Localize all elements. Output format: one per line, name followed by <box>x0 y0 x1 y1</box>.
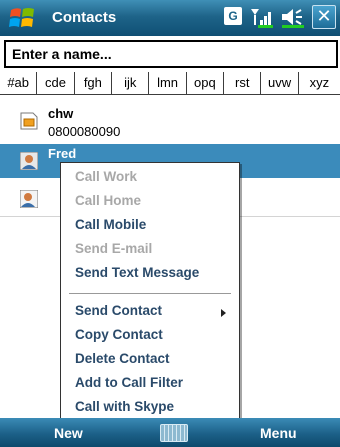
tab-fgh[interactable]: fgh <box>74 72 113 95</box>
menu-separator <box>69 293 231 294</box>
signal-strength-icon[interactable] <box>250 6 274 28</box>
menu-softkey[interactable]: Menu <box>260 425 297 441</box>
title-bar: Contacts G ✕ <box>0 0 340 36</box>
volume-icon[interactable] <box>280 6 306 28</box>
menu-item-send-email[interactable]: Send E-mail <box>75 241 152 256</box>
search-input[interactable]: Enter a name... <box>4 40 338 68</box>
menu-item-call-with-skype[interactable]: Call with Skype <box>75 399 174 414</box>
contact-name: Fred <box>48 146 77 161</box>
tab-cde[interactable]: cde <box>37 72 75 95</box>
menu-item-call-mobile[interactable]: Call Mobile <box>75 217 146 232</box>
contact-card-icon <box>20 190 38 208</box>
tab-uvw[interactable]: uvw <box>261 72 299 95</box>
gprs-indicator-icon[interactable]: G <box>224 7 242 25</box>
menu-item-delete-contact[interactable]: Delete Contact <box>75 351 170 366</box>
close-button[interactable]: ✕ <box>312 5 336 29</box>
contact-row[interactable]: chw 0800080090 <box>0 104 340 144</box>
new-softkey[interactable]: New <box>54 425 83 441</box>
menu-item-send-contact[interactable]: Send Contact <box>75 303 162 318</box>
tab-rst[interactable]: rst <box>224 72 262 95</box>
alphabet-tabs: #ab cde fgh ijk lmn opq rst uvw xyz <box>0 72 340 96</box>
tab-ab[interactable]: #ab <box>0 72 38 95</box>
contact-person-icon <box>20 152 38 170</box>
menu-item-send-text-message[interactable]: Send Text Message <box>75 265 199 280</box>
menu-item-add-to-call-filter[interactable]: Add to Call Filter <box>75 375 183 390</box>
softkey-bar: New Menu <box>0 418 340 447</box>
tab-lmn[interactable]: lmn <box>149 72 187 95</box>
context-menu: Call Work Call Home Call Mobile Send E-m… <box>60 162 240 422</box>
tab-xyz[interactable]: xyz <box>298 72 340 95</box>
keyboard-icon[interactable] <box>160 424 188 442</box>
submenu-arrow-icon <box>221 309 226 317</box>
contact-detail: 0800080090 <box>48 124 121 139</box>
contact-name: chw <box>48 106 74 121</box>
app-title: Contacts <box>52 9 117 26</box>
tab-opq[interactable]: opq <box>186 72 225 95</box>
menu-item-call-work[interactable]: Call Work <box>75 169 137 184</box>
menu-item-call-home[interactable]: Call Home <box>75 193 141 208</box>
sim-card-icon <box>20 112 38 130</box>
menu-item-copy-contact[interactable]: Copy Contact <box>75 327 163 342</box>
tab-ijk[interactable]: ijk <box>112 72 150 95</box>
windows-start-icon[interactable] <box>8 4 38 32</box>
